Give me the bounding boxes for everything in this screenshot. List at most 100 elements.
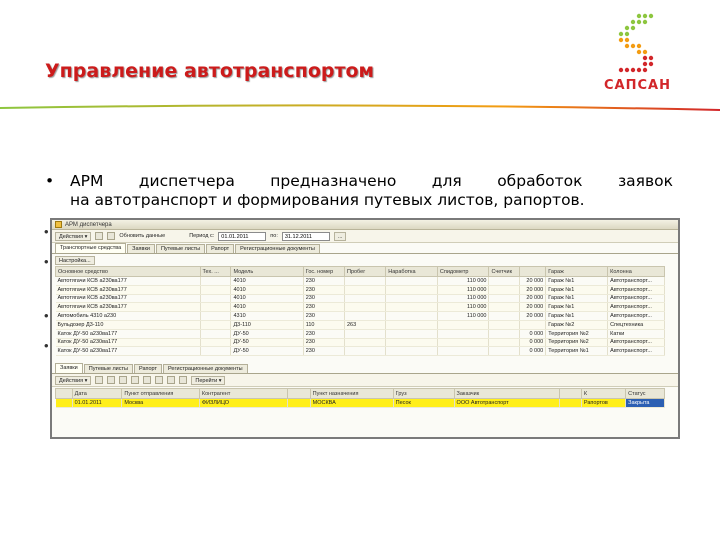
column-header[interactable]	[558, 388, 582, 399]
filter-icon[interactable]	[143, 376, 152, 384]
table-row[interactable]: Каток ДУ-50 а230ва177 ДУ-50 230 0 000 Террит…	[55, 338, 665, 348]
cell	[559, 398, 582, 408]
tab-waybills[interactable]: Путевые листы	[155, 244, 206, 253]
refresh-button[interactable]: Обновить данные	[119, 233, 165, 239]
column-header[interactable]: К	[580, 388, 627, 399]
tab-vehicles[interactable]: Транспортные средства	[55, 243, 127, 253]
cell	[437, 346, 490, 357]
cell	[488, 311, 521, 321]
find-icon[interactable]	[167, 376, 176, 384]
tab-registration-docs-bottom[interactable]: Регистрационные документы	[163, 364, 248, 373]
copy-icon[interactable]	[107, 376, 116, 384]
column-header[interactable]	[519, 266, 547, 277]
cell: ООО Автотранспорт	[454, 398, 560, 408]
bottom-actions-button[interactable]: Действия ▾	[55, 375, 92, 385]
refresh-icon[interactable]	[107, 232, 116, 240]
table-row[interactable]: Каток ДУ-50 а230ва177 ДУ-50 230 0 000 Террит…	[55, 329, 665, 339]
column-header[interactable]: Колонна	[607, 266, 665, 277]
cell: 20 000	[519, 311, 547, 321]
window-titlebar[interactable]: АРМ диспетчера	[52, 220, 678, 230]
table-row[interactable]: Автотягачи КСВ а230ва177 4010 230 110 000 20…	[55, 285, 665, 295]
tab-waybills-bottom[interactable]: Путевые листы	[83, 364, 133, 373]
column-header[interactable]: Основное средство	[55, 266, 201, 277]
period-select-button[interactable]: ...	[333, 231, 347, 241]
column-header[interactable]: Контрагент	[198, 388, 289, 399]
cell: 110 000	[437, 302, 490, 313]
cell	[344, 302, 387, 313]
period-to-input[interactable]: 31.12.2011	[281, 231, 330, 241]
column-header[interactable]: Груз	[392, 388, 455, 399]
cell	[200, 294, 232, 304]
cell	[488, 329, 521, 339]
cell: 230	[303, 338, 345, 348]
tab-report[interactable]: Рапорт	[206, 244, 235, 253]
bullet-dot: •	[44, 224, 49, 239]
tab-report-bottom[interactable]: Рапорт	[133, 364, 162, 373]
cell: 20 000	[519, 285, 547, 295]
column-header[interactable]: Счетчик	[488, 266, 521, 277]
column-header[interactable]: Статус	[625, 388, 665, 399]
window-icon	[55, 221, 62, 228]
vehicles-table-body: Автотягачи КСВ а230ва177 4010 230 110 000 20…	[55, 276, 665, 357]
sort-icon[interactable]	[179, 376, 188, 384]
cell	[385, 276, 438, 286]
table-row[interactable]: Автотягачи КСВ а230ва177 4010 230 110 000 20…	[55, 276, 665, 286]
cell: 20 000	[519, 302, 547, 313]
column-header[interactable]: Пункт назначения	[309, 388, 394, 399]
cell	[55, 398, 73, 408]
vehicles-table: Основное средство Тех. ... Модель Гос. н…	[55, 266, 665, 357]
column-header[interactable]: Дата	[71, 388, 123, 399]
column-header[interactable]: Гараж	[545, 266, 609, 277]
table-row[interactable]: Автотягачи КСВ а230ва177 4010 230 110 000 20…	[55, 302, 665, 313]
column-header[interactable]: Пункт отправления	[121, 388, 200, 399]
column-header[interactable]: Модель	[230, 266, 304, 277]
settings-button[interactable]: Настройка...	[55, 255, 95, 265]
column-header[interactable]: Наработка	[385, 266, 438, 277]
actions-menu-button[interactable]: Действия ▾	[55, 231, 92, 241]
tab-registration-docs[interactable]: Регистрационные документы	[235, 244, 320, 253]
toolbar-icon[interactable]	[95, 232, 104, 240]
edit-icon[interactable]	[119, 376, 128, 384]
cell: 4010	[230, 276, 304, 286]
cell	[385, 285, 438, 295]
word: диспетчера	[138, 172, 235, 190]
selected-request-row[interactable]: 01.01.2011 Москва ФИЗЛИЦО МОСКВА Песок О…	[55, 398, 665, 408]
cell	[344, 346, 387, 357]
column-header[interactable]: Заказчик	[453, 388, 560, 399]
column-header[interactable]: Гос. номер	[302, 266, 345, 277]
cell	[385, 329, 438, 339]
cell	[385, 320, 438, 330]
table-row[interactable]: Каток ДУ-50 а230ва177 ДУ-50 230 0 000 Террит…	[55, 346, 665, 357]
cell: Автотранспорт...	[607, 294, 665, 304]
tab-requests[interactable]: Заявки	[127, 244, 155, 253]
cell	[385, 311, 438, 321]
cell	[344, 276, 387, 286]
delete-icon[interactable]	[131, 376, 140, 384]
cell: ДУ-50	[230, 346, 304, 357]
cell: Гараж №1	[545, 302, 609, 313]
bottom-toolbar: Действия ▾ Перейти ▾	[52, 374, 678, 387]
column-header[interactable]	[55, 388, 73, 399]
filter-off-icon[interactable]	[155, 376, 164, 384]
table-row[interactable]: Бульдозер Д3-110 Д3-110 110 263 Гараж №2 Спец…	[55, 320, 665, 330]
tab-requests-bottom[interactable]: Заявки	[55, 363, 83, 373]
goto-button[interactable]: Перейти ▾	[191, 375, 226, 385]
add-icon[interactable]	[95, 376, 104, 384]
word: обработок	[497, 172, 583, 190]
cell	[344, 338, 387, 348]
cell: 110	[303, 320, 345, 330]
period-from-input[interactable]: 01.01.2011	[218, 231, 267, 241]
cell: Гараж №2	[545, 320, 609, 330]
column-header[interactable]: Спидометр	[436, 266, 490, 277]
cell: 110 000	[437, 285, 490, 295]
column-header[interactable]	[287, 388, 311, 399]
table-row[interactable]: Автомобиль 4310 а230 4310 230 110 000 20 000…	[55, 311, 665, 321]
cell: 230	[303, 329, 345, 339]
cell: 20 000	[519, 276, 547, 286]
table-row[interactable]: Автотягачи КСВ а230ва177 4010 230 110 000 20…	[55, 294, 665, 304]
column-header[interactable]: Тех. ...	[199, 266, 232, 277]
cell: Катки	[607, 329, 665, 339]
cell	[519, 320, 547, 330]
column-header[interactable]: Пробег	[343, 266, 387, 277]
cell: Каток ДУ-50 а230ва177	[55, 329, 201, 339]
